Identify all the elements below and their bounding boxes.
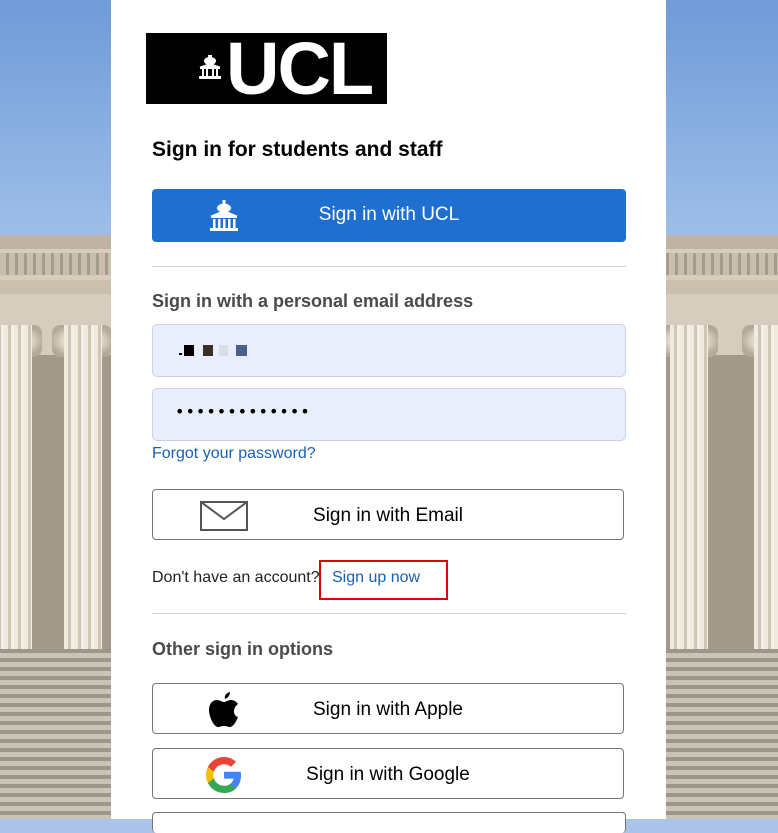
building-left [0,235,120,819]
personal-email-heading: Sign in with a personal email address [152,291,474,311]
page-title: Sign in for students and staff [152,138,443,161]
divider [152,613,626,614]
sign-in-google-button[interactable]: Sign in with Google [152,748,624,799]
highlight-box [319,560,448,600]
sign-in-ucl-label: Sign in with UCL [318,204,460,225]
signup-prompt: Don't have an account? [152,569,320,586]
sign-in-card: UCL Sign in for students and staff Sign … [111,0,666,833]
sign-in-apple-button[interactable]: Sign in with Apple [152,683,624,734]
building-right [658,235,778,819]
email-field[interactable] [152,324,626,377]
password-field[interactable]: ••••••••••••• [152,388,626,441]
portico-icon [199,55,221,79]
forgot-password-link[interactable]: Forgot your password? [152,445,316,463]
sign-in-email-label: Sign in with Email [313,505,463,526]
sign-in-google-label: Sign in with Google [306,764,470,785]
sign-in-email-button[interactable]: Sign in with Email [152,489,624,540]
sign-in-apple-label: Sign in with Apple [313,699,463,720]
divider [152,266,626,267]
other-options-heading: Other sign in options [152,639,333,659]
logo-text: UCL [226,27,374,110]
sign-in-ucl-button[interactable]: Sign in with UCL [152,189,626,242]
password-value: ••••••••••••• [175,402,311,421]
ucl-logo: UCL [146,27,387,110]
next-sign-in-button[interactable] [152,812,626,833]
